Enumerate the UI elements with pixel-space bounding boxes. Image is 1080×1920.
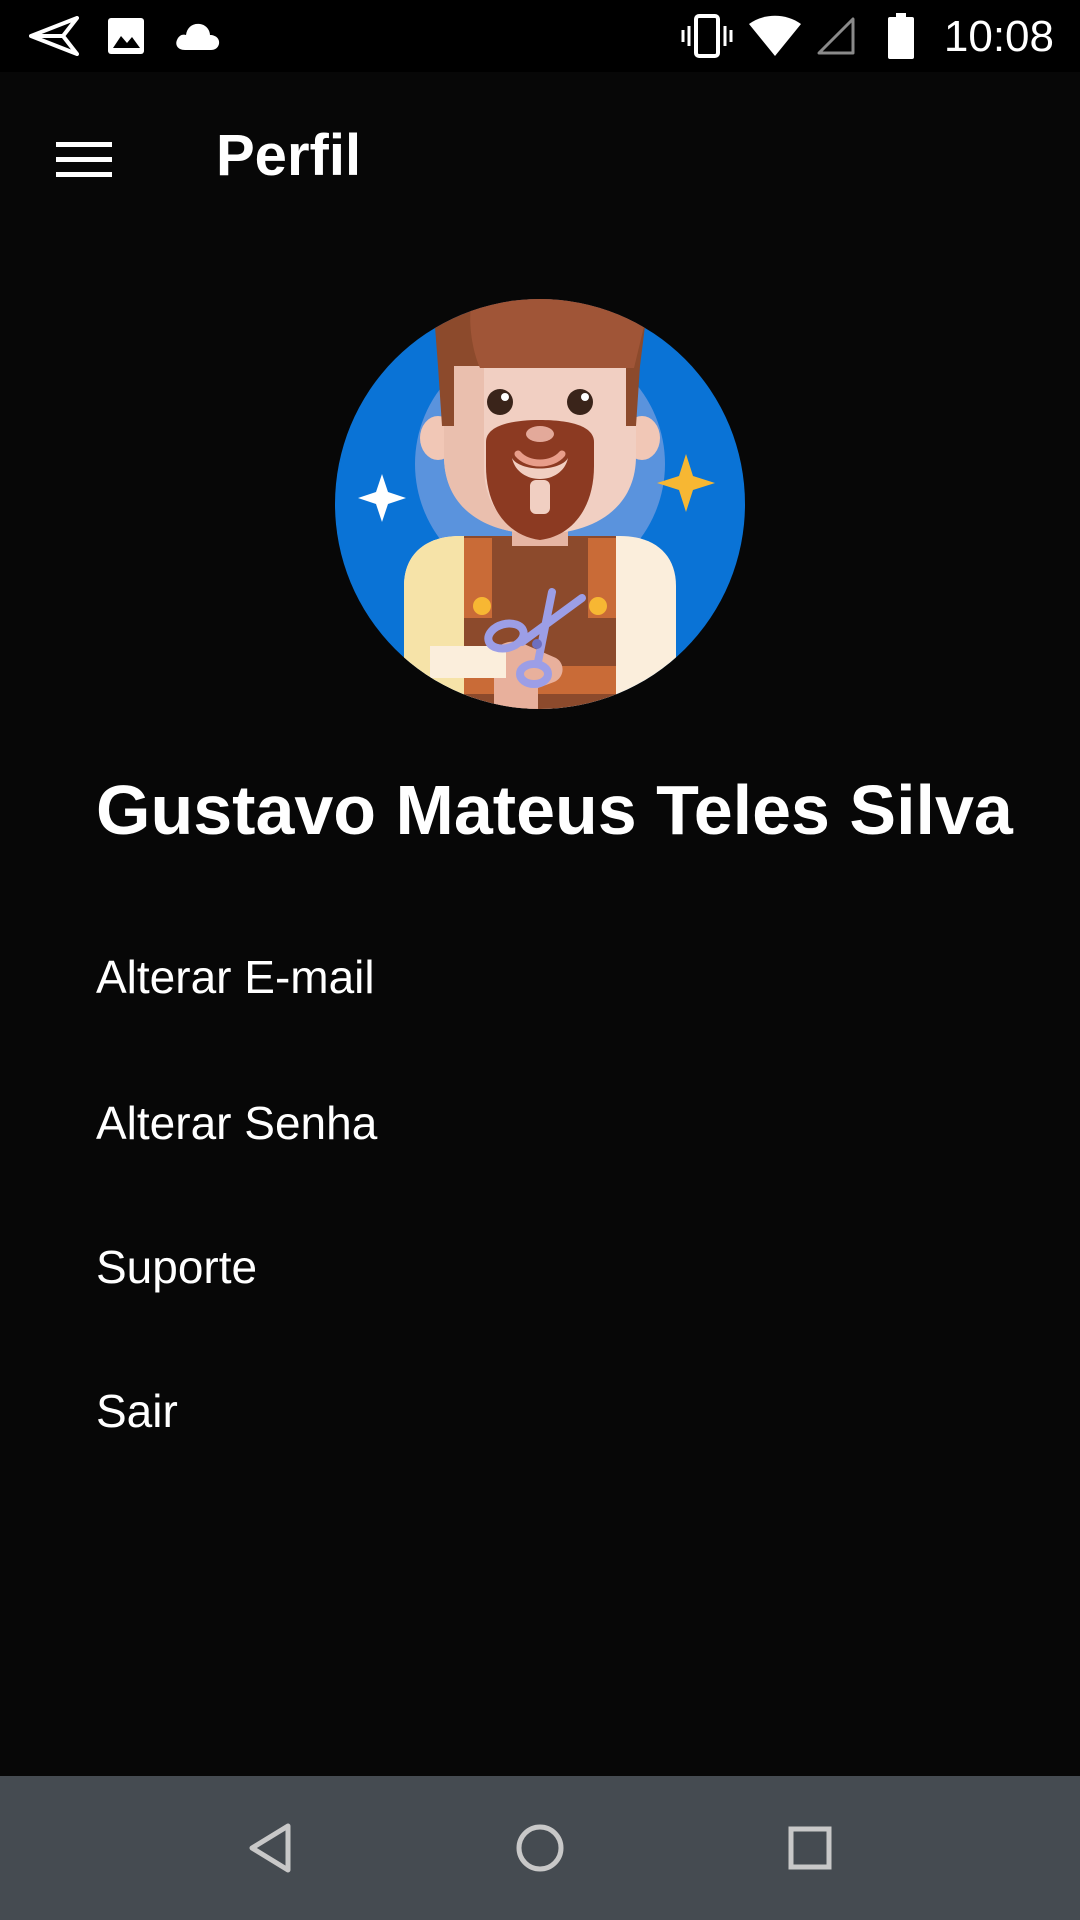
profile-name: Gustavo Mateus Teles Silva bbox=[96, 771, 1013, 849]
profile-screen: 10:08 Perfil Gustavo Mateus Teles Silva … bbox=[0, 0, 1080, 1920]
wifi-icon bbox=[748, 0, 802, 72]
send-icon bbox=[26, 0, 82, 72]
hamburger-menu-icon[interactable] bbox=[40, 116, 128, 204]
recents-icon[interactable] bbox=[760, 1798, 860, 1898]
app-bar: Perfil bbox=[0, 72, 1080, 240]
status-time: 10:08 bbox=[943, 12, 1054, 61]
cloud-icon bbox=[172, 0, 222, 72]
page-title: Perfil bbox=[216, 123, 362, 188]
cell-signal-icon bbox=[816, 0, 856, 72]
change-password-item[interactable]: Alterar Senha bbox=[96, 1073, 377, 1173]
logout-item[interactable]: Sair bbox=[96, 1361, 178, 1461]
support-item[interactable]: Suporte bbox=[96, 1217, 257, 1317]
battery-icon bbox=[886, 0, 916, 72]
image-icon bbox=[104, 0, 148, 72]
system-nav-bar bbox=[0, 1776, 1080, 1920]
back-icon[interactable] bbox=[220, 1798, 320, 1898]
home-icon[interactable] bbox=[490, 1798, 590, 1898]
barber-avatar bbox=[334, 286, 746, 710]
status-bar: 10:08 bbox=[0, 0, 1080, 72]
change-email-item[interactable]: Alterar E-mail bbox=[96, 927, 375, 1027]
vibrate-icon bbox=[680, 0, 734, 72]
